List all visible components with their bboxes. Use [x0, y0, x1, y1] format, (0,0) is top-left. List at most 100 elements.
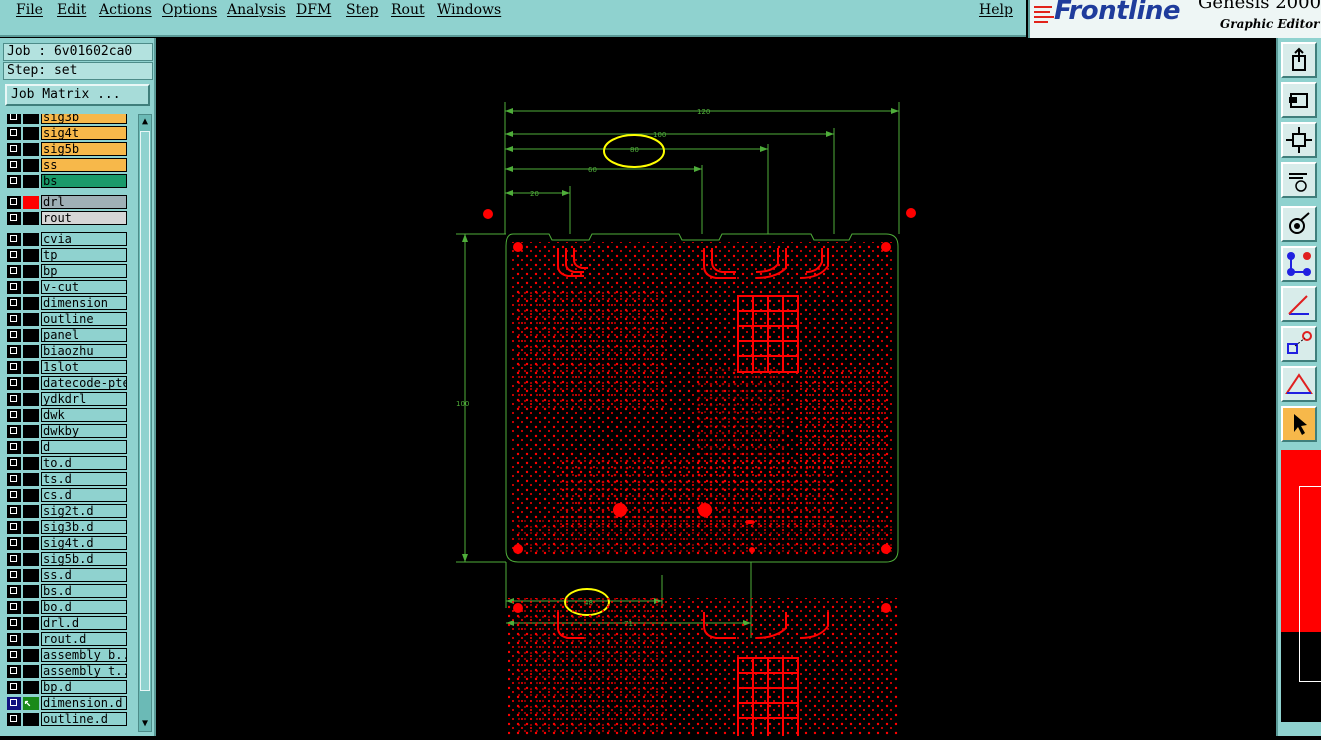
layer-row[interactable]: assembly_t...	[5, 664, 127, 679]
layer-checkbox[interactable]	[7, 297, 21, 310]
layer-checkbox[interactable]	[7, 473, 21, 486]
layer-name[interactable]: bs.d	[41, 584, 127, 598]
layer-checkbox[interactable]	[7, 313, 21, 326]
layer-name[interactable]: cs.d	[41, 488, 127, 502]
layer-affect-indicator[interactable]	[23, 569, 39, 582]
layer-row[interactable]: sig2t.d	[5, 504, 127, 519]
layer-checkbox[interactable]	[7, 281, 21, 294]
layer-row[interactable]: outline	[5, 312, 127, 327]
layer-checkbox[interactable]	[7, 249, 21, 262]
board-view[interactable]: 120 100 80 60 20 100 48 71	[156, 38, 1276, 738]
drc-warning-button[interactable]	[1281, 366, 1317, 402]
layer-row[interactable]: dwk	[5, 408, 127, 423]
layer-row[interactable]: v-cut	[5, 280, 127, 295]
measure-tools-button[interactable]	[1281, 162, 1317, 198]
layer-checkbox[interactable]	[7, 361, 21, 374]
layer-name[interactable]: sig3b.d	[41, 520, 127, 534]
layer-name[interactable]: bs	[41, 174, 127, 188]
layer-affect-indicator[interactable]	[23, 409, 39, 422]
layer-checkbox[interactable]	[7, 697, 21, 710]
snap-button[interactable]	[1281, 326, 1317, 362]
layer-affect-indicator[interactable]	[23, 441, 39, 454]
layer-affect-indicator[interactable]	[23, 175, 39, 188]
layer-row[interactable]: rout	[5, 211, 127, 226]
scroll-up-icon[interactable]: ▲	[139, 115, 151, 129]
layer-checkbox[interactable]	[7, 521, 21, 534]
layer-row[interactable]: bp.d	[5, 680, 127, 695]
layer-row[interactable]: sig5b.d	[5, 552, 127, 567]
menu-step[interactable]: Step	[346, 2, 378, 18]
layer-affect-indicator[interactable]	[23, 617, 39, 630]
work-layer-icon[interactable]	[23, 695, 39, 710]
zoom-home-button[interactable]	[1281, 42, 1317, 78]
layer-row[interactable]: bo.d	[5, 600, 127, 615]
layer-affect-indicator[interactable]	[23, 233, 39, 246]
layer-checkbox[interactable]	[7, 457, 21, 470]
layer-affect-indicator[interactable]	[23, 361, 39, 374]
layer-name[interactable]: v-cut	[41, 280, 127, 294]
layer-row[interactable]: bp	[5, 264, 127, 279]
layer-name[interactable]: assembly_t...	[41, 664, 127, 678]
layer-checkbox[interactable]	[7, 553, 21, 566]
layer-affect-indicator[interactable]	[23, 265, 39, 278]
layer-name[interactable]: ydkdrl	[41, 392, 127, 406]
layer-affect-indicator[interactable]	[23, 489, 39, 502]
layer-row[interactable]: sig3b.d	[5, 520, 127, 535]
layer-affect-indicator[interactable]	[23, 585, 39, 598]
scroll-down-icon[interactable]: ▼	[139, 717, 151, 731]
layer-checkbox[interactable]	[7, 601, 21, 614]
layer-row[interactable]: cs.d	[5, 488, 127, 503]
layer-checkbox[interactable]	[7, 441, 21, 454]
layer-row[interactable]: ss	[5, 158, 127, 173]
layer-checkbox[interactable]	[7, 114, 21, 124]
layer-name[interactable]: bp	[41, 264, 127, 278]
layer-row[interactable]: panel	[5, 328, 127, 343]
layer-affect-indicator[interactable]	[23, 537, 39, 550]
layer-name[interactable]: ss.d	[41, 568, 127, 582]
layer-name[interactable]: datecode-pte	[41, 376, 127, 390]
layer-row[interactable]: d	[5, 440, 127, 455]
layer-name[interactable]: drl	[41, 195, 127, 209]
layer-row[interactable]: sig3b	[5, 114, 127, 125]
menu-analysis[interactable]: Analysis	[227, 2, 286, 18]
menu-rout[interactable]: Rout	[391, 2, 425, 18]
layer-affect-indicator[interactable]	[23, 425, 39, 438]
layer-checkbox[interactable]	[7, 489, 21, 502]
layer-checkbox[interactable]	[7, 681, 21, 694]
layer-checkbox[interactable]	[7, 159, 21, 172]
layer-name[interactable]: outline.d	[41, 712, 127, 726]
menu-options[interactable]: Options	[162, 2, 217, 18]
layer-name[interactable]: outline	[41, 312, 127, 326]
layer-checkbox[interactable]	[7, 713, 21, 726]
menu-help[interactable]: Help	[979, 2, 1013, 18]
layer-checkbox[interactable]	[7, 665, 21, 678]
layer-affect-indicator[interactable]	[23, 713, 39, 726]
menu-windows[interactable]: Windows	[437, 2, 501, 18]
minimap-viewport[interactable]	[1299, 486, 1321, 682]
layer-name[interactable]: assembly_b...	[41, 648, 127, 662]
layer-checkbox[interactable]	[7, 233, 21, 246]
layer-checkbox[interactable]	[7, 585, 21, 598]
layer-name[interactable]: panel	[41, 328, 127, 342]
layer-name[interactable]: tp	[41, 248, 127, 262]
layer-checkbox[interactable]	[7, 393, 21, 406]
layer-checkbox[interactable]	[7, 617, 21, 630]
layer-affect-indicator[interactable]	[23, 249, 39, 262]
layer-checkbox[interactable]	[7, 377, 21, 390]
feature-select-button[interactable]	[1281, 206, 1317, 242]
layer-row[interactable]: assembly_b...	[5, 648, 127, 663]
layer-name[interactable]: sig2t.d	[41, 504, 127, 518]
layer-affect-indicator[interactable]	[23, 114, 39, 124]
menu-actions[interactable]: Actions	[99, 2, 152, 18]
layer-affect-indicator[interactable]	[23, 127, 39, 140]
layer-name[interactable]: sig5b	[41, 142, 127, 156]
layer-affect-indicator[interactable]	[23, 329, 39, 342]
graphic-canvas[interactable]: 120 100 80 60 20 100 48 71	[156, 38, 1276, 738]
layer-affect-indicator[interactable]	[23, 297, 39, 310]
layer-affect-indicator[interactable]	[23, 313, 39, 326]
layer-affect-indicator[interactable]	[23, 649, 39, 662]
layer-affect-indicator[interactable]	[23, 601, 39, 614]
layer-affect-indicator[interactable]	[23, 281, 39, 294]
layer-row[interactable]: bs.d	[5, 584, 127, 599]
layer-row[interactable]: biaozhu	[5, 344, 127, 359]
